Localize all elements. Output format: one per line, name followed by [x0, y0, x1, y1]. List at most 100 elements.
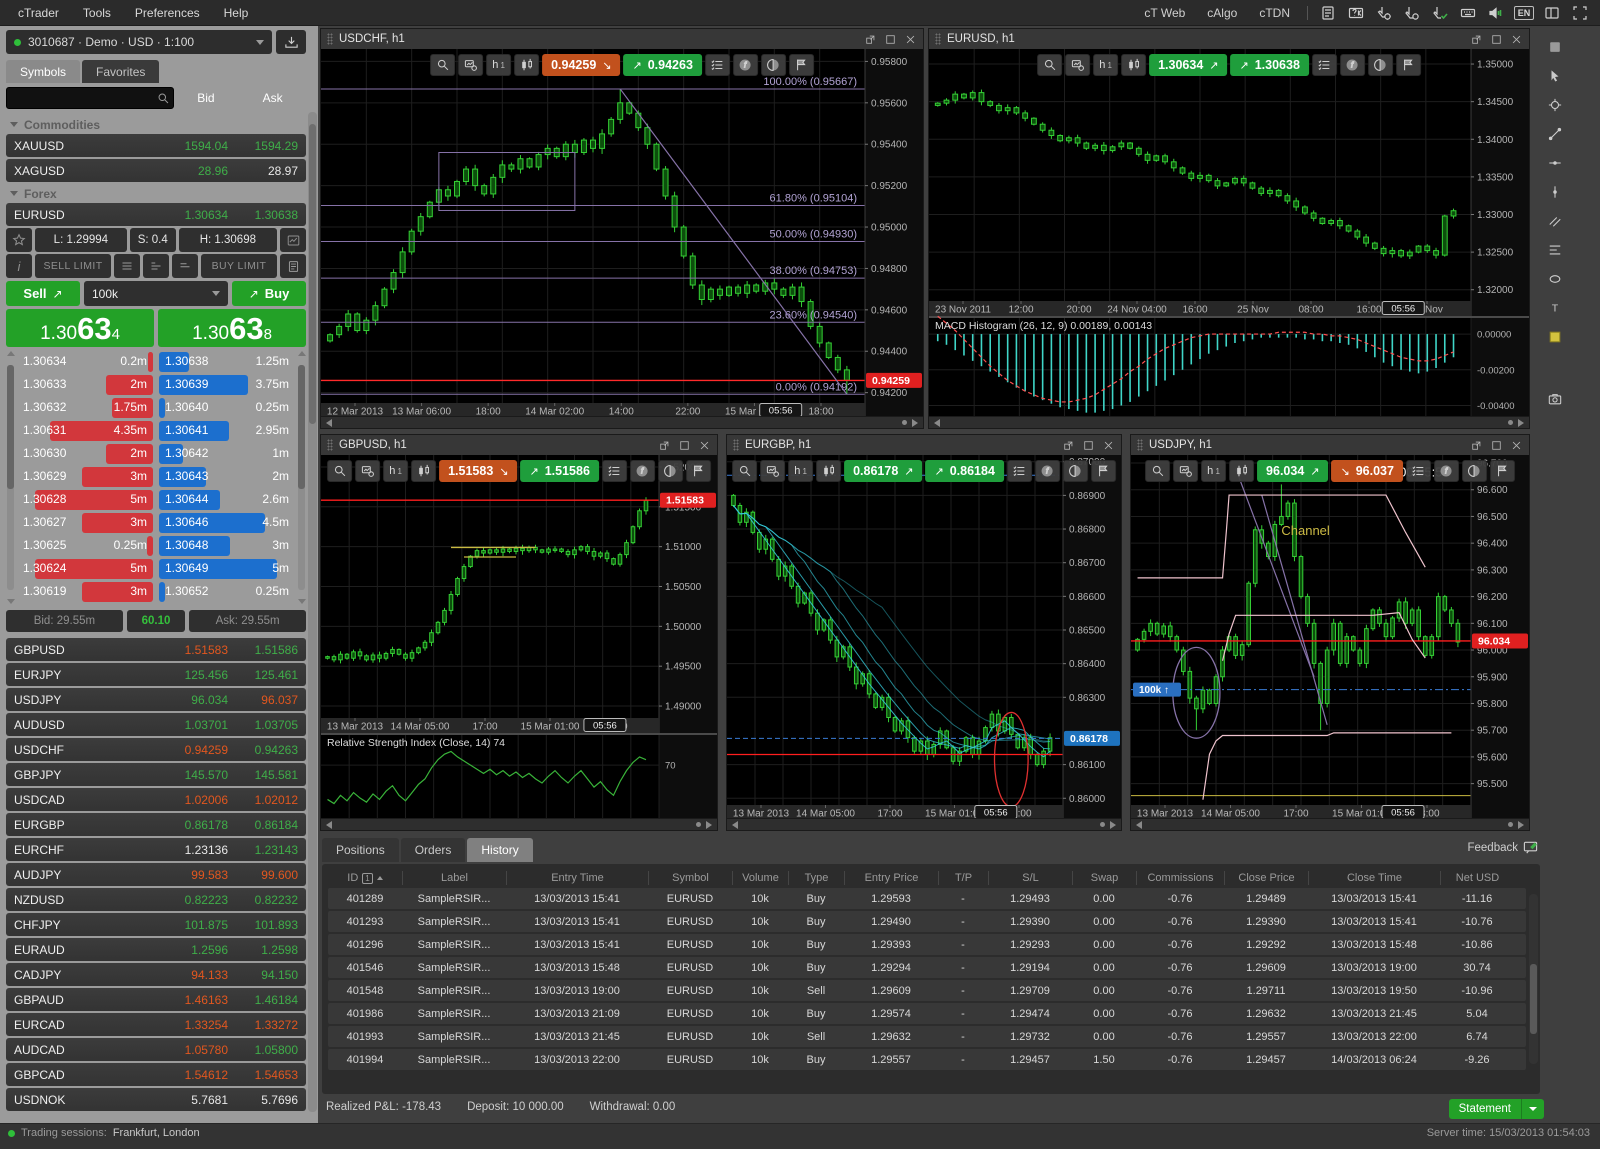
chart-titlebar-eurusd[interactable]: EURUSD, h1	[929, 29, 1529, 49]
theme-button[interactable]	[1462, 460, 1487, 482]
zoom-button[interactable]	[732, 460, 757, 482]
menu-preferences[interactable]: Preferences	[125, 2, 210, 24]
indicator-list-button[interactable]	[705, 54, 730, 76]
drag-handle-icon[interactable]	[733, 439, 739, 451]
symbol-row-usdchf[interactable]: USDCHF 0.94259 0.94263	[6, 738, 306, 761]
buy-limit-button[interactable]: BUY LIMIT	[201, 254, 277, 278]
scroll-right-icon[interactable]	[706, 821, 712, 829]
symbol-row-usdjpy[interactable]: USDJPY 96.034 96.037	[6, 688, 306, 711]
indicator-list-button[interactable]	[602, 460, 627, 482]
chart-type-button[interactable]	[1121, 54, 1146, 76]
close-icon[interactable]	[1101, 438, 1115, 452]
tab-history[interactable]: History	[467, 838, 532, 862]
dom-ask-row[interactable]: 1.30646 4.5m	[159, 512, 295, 534]
zoom-button[interactable]	[327, 460, 352, 482]
symbol-row-gbpaud[interactable]: GBPAUD 1.46163 1.46184	[6, 988, 306, 1011]
chart-settings-button[interactable]	[760, 460, 785, 482]
timeframe-button[interactable]: h 1	[1201, 460, 1226, 482]
theme-button[interactable]	[1063, 460, 1088, 482]
depth-compact-button[interactable]	[172, 254, 198, 278]
sell-price-button[interactable]: 1.30634↗	[1149, 54, 1227, 76]
col-id[interactable]: ID1	[328, 871, 402, 885]
color-swatch-icon[interactable]	[1544, 326, 1566, 348]
drag-handle-icon[interactable]	[327, 439, 333, 451]
trendline-icon[interactable]	[1544, 123, 1566, 145]
close-icon[interactable]	[1509, 32, 1523, 46]
chart-scrollbar[interactable]	[321, 416, 923, 428]
chart-scrollbar[interactable]	[727, 818, 1121, 830]
tab-favorites[interactable]: Favorites	[82, 60, 159, 83]
timeframe-button[interactable]: h 1	[788, 460, 813, 482]
table-scrollbar[interactable]	[1529, 894, 1538, 1064]
dom-ask-row[interactable]: 1.30638 1.25m	[159, 351, 295, 373]
drag-handle-icon[interactable]	[1137, 439, 1143, 451]
maximize-icon[interactable]	[1081, 438, 1095, 452]
history-row[interactable]: 401289SampleRSIR...13/03/2013 15:41EURUS…	[328, 888, 1526, 909]
col-net-usd[interactable]: Net USD	[1440, 871, 1514, 885]
history-row[interactable]: 401548SampleRSIR...13/03/2013 19:00EURUS…	[328, 980, 1526, 1001]
info-button[interactable]: i	[6, 254, 32, 278]
dom-bid-scrollbar[interactable]	[7, 365, 14, 590]
dom-ask-row[interactable]: 1.30641 2.95m	[159, 420, 295, 442]
col-s-l[interactable]: S/L	[988, 871, 1072, 885]
dom-ask-row[interactable]: 1.30649 5m	[159, 558, 295, 580]
col-swap[interactable]: Swap	[1072, 871, 1136, 885]
symbol-row-nzdusd[interactable]: NZDUSD 0.82223 0.82232	[6, 888, 306, 911]
depth-mode-button[interactable]	[143, 254, 169, 278]
symbol-row-gbpusd[interactable]: GBPUSD 1.51583 1.51586	[6, 638, 306, 661]
chart-settings-button[interactable]	[1173, 460, 1198, 482]
scroll-left-icon[interactable]	[326, 419, 332, 427]
autoscale-button[interactable]	[1396, 54, 1421, 76]
chart-body-eurgbp[interactable]: h 1 0.86178↗ ↗0.86184 f 0.870000.869000.…	[727, 455, 1121, 818]
symbol-row-eurgbp[interactable]: EURGBP 0.86178 0.86184	[6, 813, 306, 836]
chart-mode-icon[interactable]	[1544, 36, 1566, 58]
history-row[interactable]: 401986SampleRSIR...13/03/2013 21:09EURUS…	[328, 1003, 1526, 1024]
symbol-row-usdnok[interactable]: USDNOK 5.7681 5.7696	[6, 1088, 306, 1111]
chart-canvas-usdjpy[interactable]: Channel00:05:5796.70096.60096.50096.4009…	[1131, 455, 1529, 818]
chart-type-button[interactable]	[1229, 460, 1254, 482]
scroll-left-icon[interactable]	[1136, 821, 1142, 829]
section-commodities[interactable]: Commodities	[6, 115, 306, 134]
theme-button[interactable]	[761, 54, 786, 76]
sell-button[interactable]: Sell↗	[6, 281, 80, 306]
chart-scrollbar[interactable]	[929, 416, 1529, 428]
layout-icon[interactable]	[1540, 3, 1564, 23]
tab-symbols[interactable]: Symbols	[6, 60, 80, 83]
chart-canvas-eurgbp[interactable]: 0.870000.869000.868000.867000.866000.865…	[727, 455, 1121, 818]
dom-bid-row[interactable]: 1.30632 1.75m	[17, 397, 153, 419]
chart-canvas-eurusd[interactable]: 1.350001.345001.340001.335001.330001.325…	[929, 49, 1529, 416]
theme-button[interactable]	[658, 460, 683, 482]
buy-button[interactable]: ↗Buy	[232, 281, 306, 306]
buy-price-button[interactable]: ↗0.86184	[926, 460, 1004, 482]
scroll-left-icon[interactable]	[732, 821, 738, 829]
autoscale-button[interactable]	[686, 460, 711, 482]
scroll-right-icon[interactable]	[912, 419, 918, 427]
dom-ask-row[interactable]: 1.30642 1m	[159, 443, 295, 465]
depth-list-button[interactable]	[114, 254, 140, 278]
chart-scrollbar[interactable]	[321, 818, 717, 830]
col-entry-time[interactable]: Entry Time	[506, 871, 648, 885]
chart-settings-button[interactable]	[355, 460, 380, 482]
chart-titlebar-gbpusd[interactable]: GBPUSD, h1	[321, 435, 717, 455]
history-row[interactable]: 401296SampleRSIR...13/03/2013 15:41EURUS…	[328, 934, 1526, 955]
symbol-row-gbpjpy[interactable]: GBPJPY 145.570 145.581	[6, 763, 306, 786]
theme-button[interactable]	[1368, 54, 1393, 76]
popout-icon[interactable]	[1469, 32, 1483, 46]
sell-price-button[interactable]: 1.30634	[6, 309, 154, 347]
popout-icon[interactable]	[863, 32, 877, 46]
buy-price-button[interactable]: ↘96.037	[1332, 460, 1403, 482]
dom-ask-row[interactable]: 1.30639 3.75m	[159, 374, 295, 396]
menu-ctrader[interactable]: cTrader	[8, 2, 69, 24]
close-icon[interactable]	[903, 32, 917, 46]
pointer-settings-icon[interactable]	[1400, 3, 1424, 23]
order-doc-button[interactable]	[280, 254, 306, 278]
col-symbol[interactable]: Symbol	[648, 871, 732, 885]
col-close-price[interactable]: Close Price	[1224, 871, 1308, 885]
drag-handle-icon[interactable]	[327, 33, 333, 45]
sound-icon[interactable]	[1484, 3, 1508, 23]
popout-icon[interactable]	[1061, 438, 1075, 452]
buy-price-button[interactable]: ↗0.94263	[624, 54, 702, 76]
dom-ask-row[interactable]: 1.30648 3m	[159, 535, 295, 557]
symbol-row-chfjpy[interactable]: CHFJPY 101.875 101.893	[6, 913, 306, 936]
symbol-row-audjpy[interactable]: AUDJPY 99.583 99.600	[6, 863, 306, 886]
